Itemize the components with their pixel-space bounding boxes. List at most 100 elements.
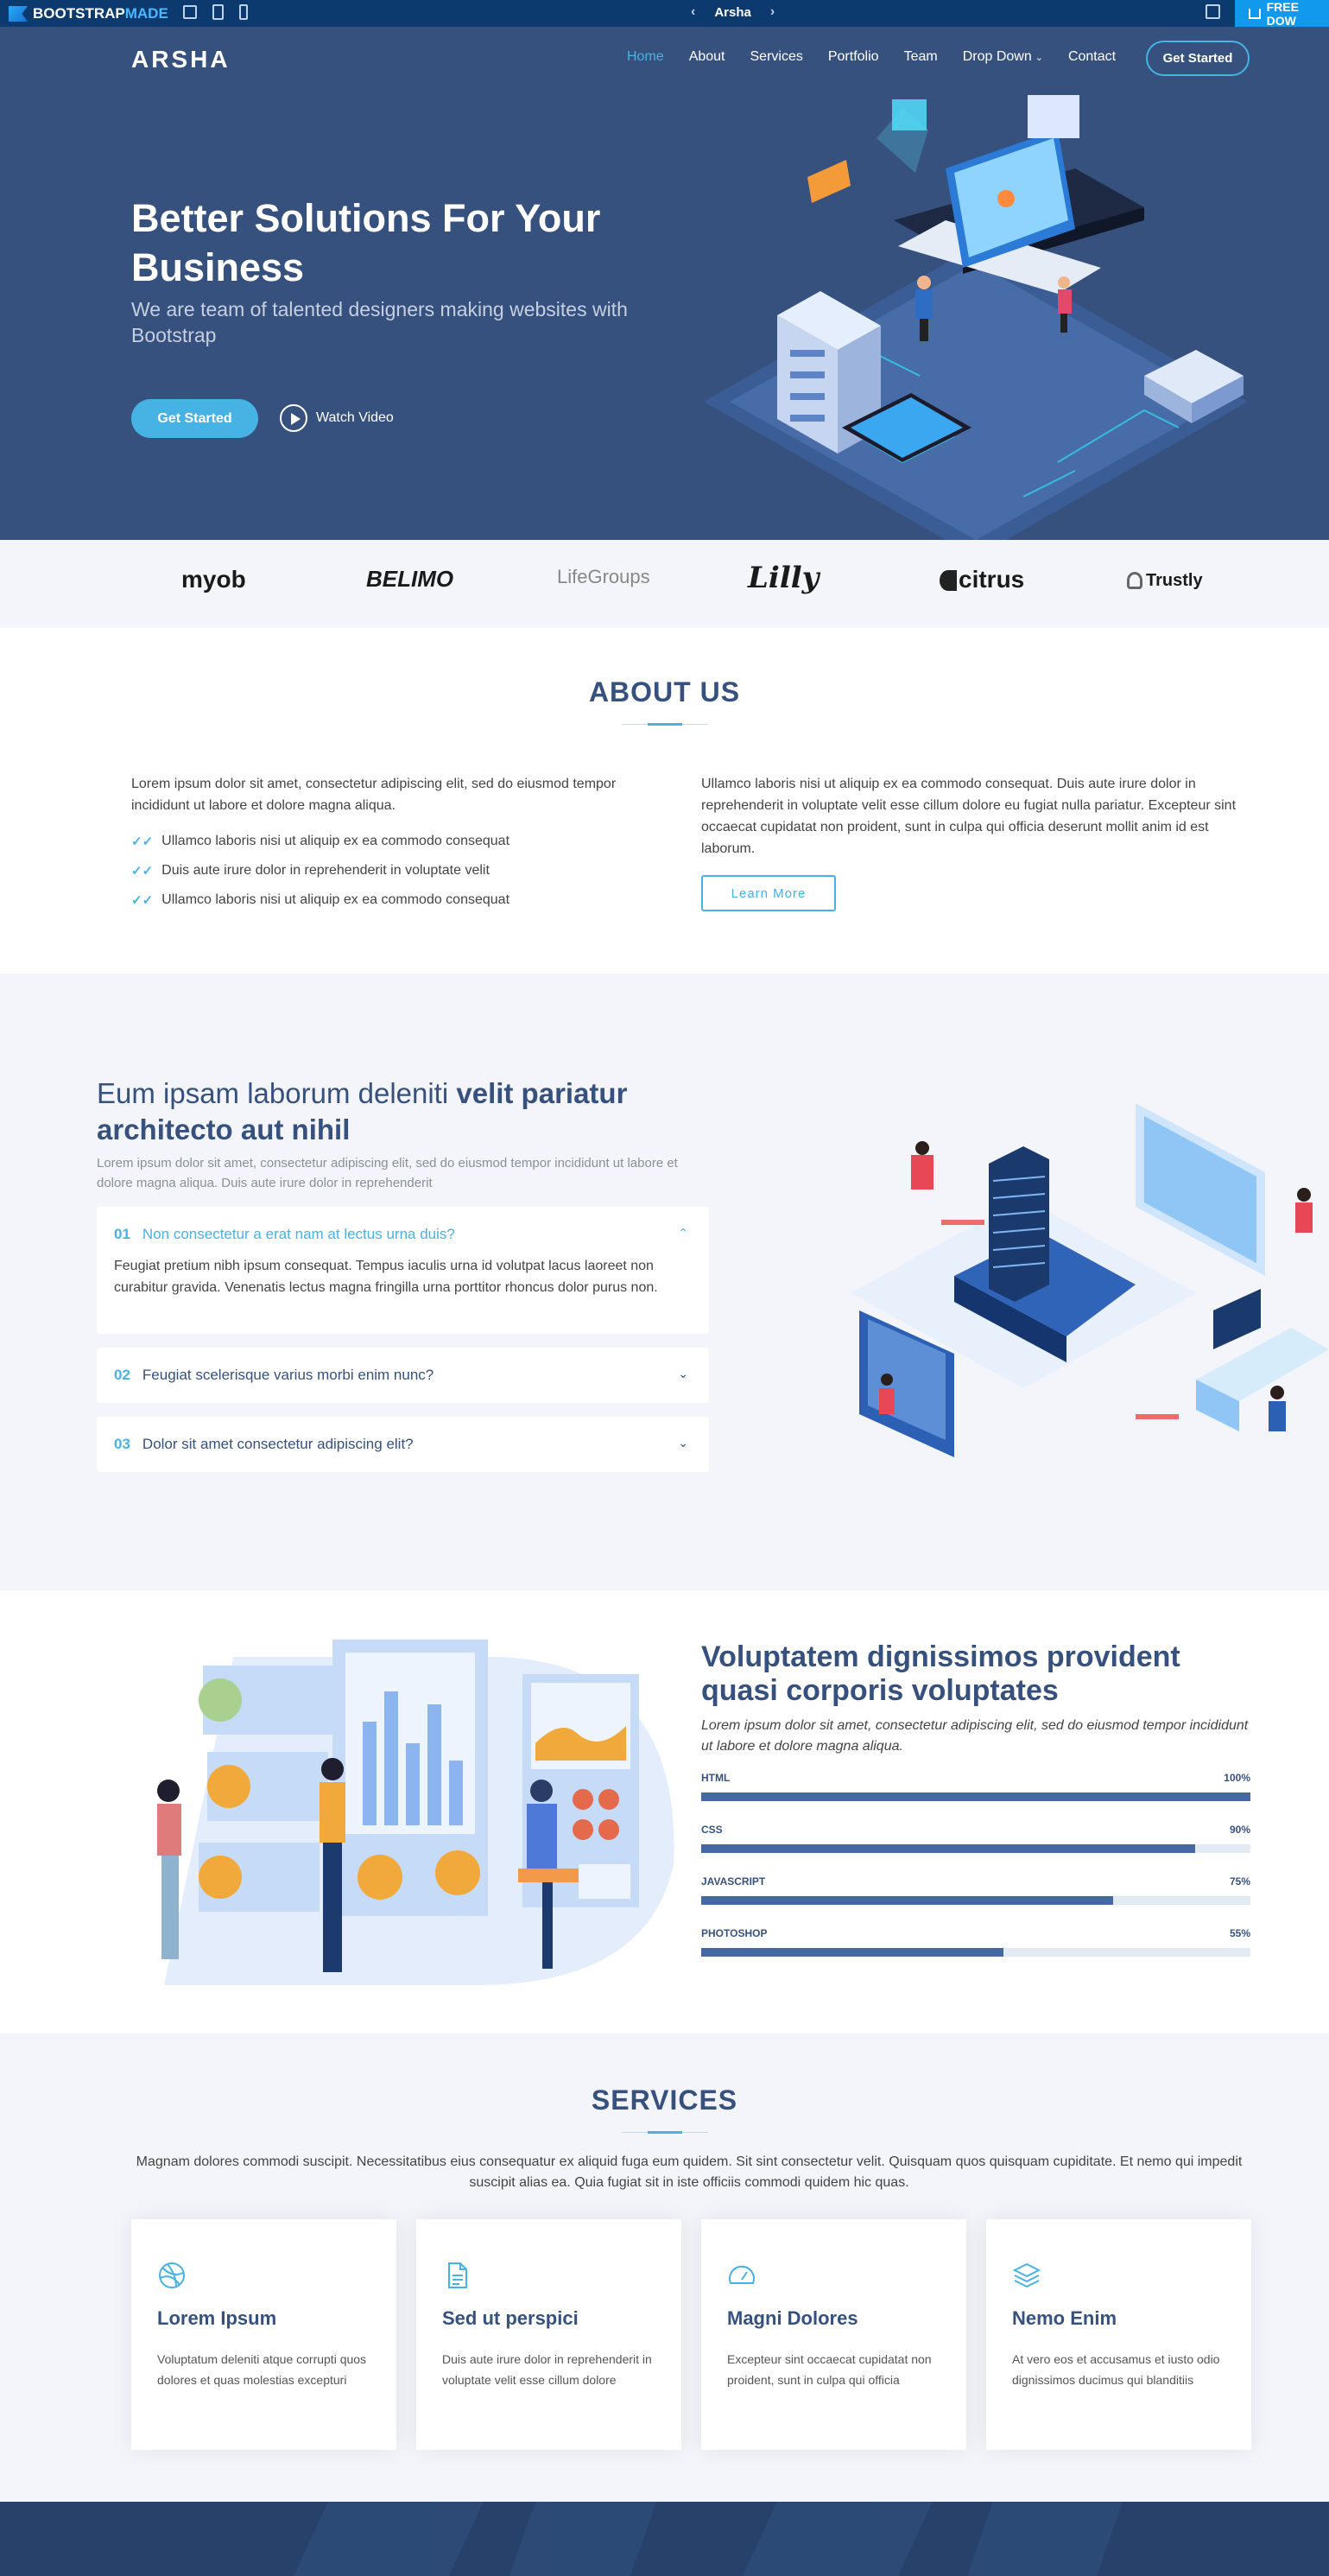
faq-item[interactable]: 02 Feugiat scelerisque varius morbi enim … bbox=[97, 1348, 709, 1403]
why-text: Lorem ipsum dolor sit amet, consectetur … bbox=[97, 1156, 678, 1190]
service-text: Excepteur sint occaecat cupidatat non pr… bbox=[727, 2352, 932, 2387]
about-text: Ullamco laboris nisi ut aliquip ex ea co… bbox=[701, 777, 1237, 856]
double-check-icon: ✓✓ bbox=[131, 834, 154, 849]
services-section: SERVICES Magnam dolores commodi suscipit… bbox=[0, 2034, 1329, 2502]
service-card[interactable]: Lorem Ipsum Voluptatum deleniti atque co… bbox=[131, 2219, 396, 2450]
progress-fill bbox=[701, 1844, 1196, 1853]
client-logo: Lilly bbox=[748, 561, 820, 595]
list-item: ✓✓ Duis aute irure dolor in reprehenderit… bbox=[131, 863, 490, 879]
chevron-up-icon[interactable]: ⌃ bbox=[678, 1226, 688, 1240]
double-check-icon: ✓✓ bbox=[131, 864, 154, 879]
client-logo: LifeGroups bbox=[557, 566, 650, 587]
template-switcher: ‹ Arsha › bbox=[691, 4, 775, 20]
nav-about[interactable]: About bbox=[689, 49, 725, 65]
hero-subtitle: We are team of talented designers making… bbox=[131, 298, 628, 346]
skills-title: Voluptatem dignissimos provident quasi c… bbox=[701, 1640, 1180, 1707]
main-nav: Home About Services Portfolio Team Drop … bbox=[627, 49, 1116, 65]
skill-name: HTML bbox=[701, 1772, 731, 1784]
about-intro: Lorem ipsum dolor sit amet, consectetur … bbox=[131, 777, 617, 813]
service-text: Voluptatum deleniti atque corrupti quos … bbox=[157, 2352, 367, 2387]
client-logo: myob bbox=[181, 566, 246, 593]
download-icon bbox=[1249, 8, 1261, 19]
layer-icon bbox=[1012, 2262, 1041, 2288]
trustly-mark-icon bbox=[1127, 572, 1142, 589]
progress-fill bbox=[701, 1948, 1003, 1957]
title-divider bbox=[622, 2131, 708, 2134]
bootstrapmade-logo[interactable]: BOOTSTRAPMADE bbox=[9, 5, 168, 22]
external-link-icon[interactable] bbox=[1206, 4, 1220, 19]
skill-percent: 75% bbox=[1229, 1875, 1250, 1888]
nav-dropdown[interactable]: Drop Down ⌄ bbox=[963, 49, 1043, 65]
faq-answer: Feugiat pretium nibh ipsum consequat. Te… bbox=[114, 1259, 658, 1295]
skill-bar: CSS 90% bbox=[701, 1824, 1250, 1853]
template-name: Arsha bbox=[714, 4, 751, 20]
tablet-icon[interactable] bbox=[212, 4, 224, 20]
faq-item[interactable]: 03 Dolor sit amet consectetur adipiscing … bbox=[97, 1417, 709, 1472]
skill-percent: 90% bbox=[1229, 1824, 1250, 1836]
skill-percent: 55% bbox=[1229, 1927, 1250, 1939]
service-text: Duis aute irure dolor in reprehenderit i… bbox=[442, 2352, 652, 2387]
phone-icon[interactable] bbox=[239, 4, 248, 20]
nav-services[interactable]: Services bbox=[750, 49, 803, 65]
hero-section: ARSHA Home About Services Portfolio Team… bbox=[0, 27, 1329, 540]
why-us-illustration bbox=[851, 1103, 1329, 1457]
previous-template-button[interactable]: ‹ bbox=[691, 4, 695, 20]
nav-team[interactable]: Team bbox=[904, 49, 938, 65]
device-switcher bbox=[183, 4, 248, 20]
tachometer-icon bbox=[729, 2265, 755, 2284]
service-title: Magni Dolores bbox=[727, 2307, 858, 2329]
header-get-started-button[interactable]: Get Started bbox=[1146, 41, 1250, 76]
about-checklist: ✓✓ Ullamco laboris nisi ut aliquip ex ea … bbox=[131, 827, 509, 915]
clients-section: myob BELIMO LifeGroups Lilly citrus Trus… bbox=[0, 540, 1329, 628]
learn-more-button[interactable]: Learn More bbox=[701, 875, 836, 911]
faq-question: Feugiat scelerisque varius morbi enim nu… bbox=[142, 1367, 434, 1383]
service-card[interactable]: Sed ut perspici Duis aute irure dolor in… bbox=[416, 2219, 681, 2450]
watch-video-link[interactable]: Watch Video bbox=[280, 404, 394, 432]
faq-question: Dolor sit amet consectetur adipiscing el… bbox=[142, 1436, 414, 1452]
hero-title: Better Solutions For Your Business bbox=[131, 196, 601, 289]
service-title: Sed ut perspici bbox=[442, 2307, 579, 2329]
why-title: Eum ipsam laborum deleniti velit pariatu… bbox=[97, 1077, 628, 1145]
bootstrapmade-mark-icon bbox=[9, 6, 28, 22]
nav-contact[interactable]: Contact bbox=[1068, 49, 1116, 65]
chevron-down-icon[interactable]: ⌄ bbox=[678, 1367, 688, 1381]
service-title: Lorem Ipsum bbox=[157, 2307, 277, 2329]
hero-illustration bbox=[704, 95, 1248, 540]
client-logo: Trustly bbox=[1127, 571, 1203, 591]
services-title: SERVICES bbox=[591, 2084, 738, 2116]
service-text: At vero eos et accusamus et iusto odio d… bbox=[1012, 2352, 1220, 2387]
nav-home[interactable]: Home bbox=[627, 49, 664, 65]
hero-get-started-button[interactable]: Get Started bbox=[131, 399, 258, 438]
desktop-icon[interactable] bbox=[183, 5, 197, 19]
chevron-down-icon[interactable]: ⌄ bbox=[678, 1436, 688, 1450]
citrus-mark-icon bbox=[940, 570, 957, 591]
faq-item[interactable]: 01 Non consectetur a erat nam at lectus u… bbox=[97, 1207, 709, 1334]
faq-question: Non consectetur a erat nam at lectus urn… bbox=[142, 1226, 455, 1242]
band-background-pattern bbox=[294, 2502, 1123, 2576]
list-item: ✓✓ Ullamco laboris nisi ut aliquip ex ea … bbox=[131, 892, 510, 908]
progress-fill bbox=[701, 1896, 1113, 1905]
about-title: ABOUT US bbox=[588, 676, 741, 707]
progress-fill bbox=[701, 1792, 1250, 1801]
skills-text: Lorem ipsum dolor sit amet, consectetur … bbox=[701, 1718, 1249, 1754]
why-us-section: Eum ipsam laborum deleniti velit pariatu… bbox=[0, 974, 1329, 1590]
cta-band bbox=[0, 2502, 1329, 2576]
client-logo: BELIMO bbox=[366, 566, 454, 592]
play-circle-icon bbox=[280, 404, 307, 432]
service-card[interactable]: Magni Dolores Excepteur sint occaecat cu… bbox=[701, 2219, 966, 2450]
skill-percent: 100% bbox=[1224, 1772, 1250, 1784]
preview-bar: BOOTSTRAPMADE ‹ Arsha › FREE DOW bbox=[0, 0, 1329, 28]
skill-name: PHOTOSHOP bbox=[701, 1927, 768, 1939]
free-download-button[interactable]: FREE DOW bbox=[1235, 0, 1329, 28]
skill-name: CSS bbox=[701, 1824, 723, 1836]
nav-portfolio[interactable]: Portfolio bbox=[828, 49, 879, 65]
skills-illustration bbox=[157, 1640, 674, 1985]
services-text: Magnam dolores commodi suscipit. Necessi… bbox=[136, 2154, 1243, 2190]
chevron-down-icon: ⌄ bbox=[1035, 53, 1043, 63]
title-divider bbox=[622, 723, 708, 726]
site-logo[interactable]: ARSHA bbox=[131, 46, 231, 73]
service-card[interactable]: Nemo Enim At vero eos et accusamus et iu… bbox=[986, 2219, 1251, 2450]
skill-name: JAVASCRIPT bbox=[701, 1875, 766, 1888]
file-icon bbox=[448, 2262, 467, 2288]
next-template-button[interactable]: › bbox=[770, 4, 775, 20]
